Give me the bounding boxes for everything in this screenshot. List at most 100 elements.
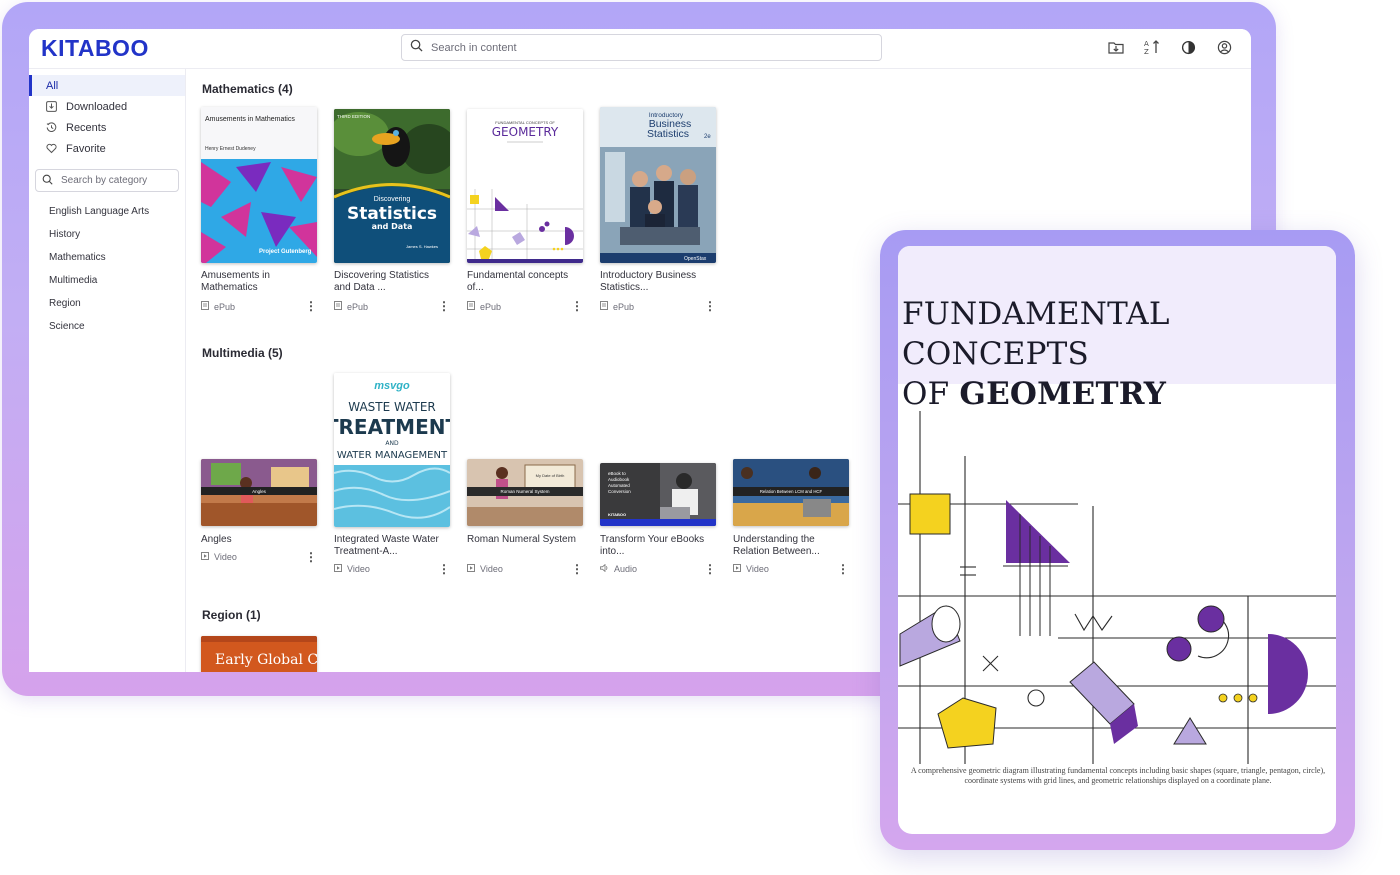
book-meta: ePub ⋮: [467, 299, 583, 313]
section-title-multimedia: Multimedia (5): [202, 346, 283, 360]
sidebar-item-label: All: [46, 79, 59, 92]
more-options-icon[interactable]: ⋮: [438, 299, 450, 313]
sidebar-item-recents[interactable]: Recents: [29, 117, 185, 138]
video-icon: [201, 552, 209, 562]
search-input[interactable]: [431, 41, 851, 54]
audio-icon: [600, 563, 609, 574]
search-icon: [410, 39, 423, 57]
cover-edition: THIRD EDITION: [337, 114, 370, 119]
cover-line-3: Automated: [608, 483, 630, 488]
book-cover[interactable]: Early Global Connectors: [201, 636, 317, 672]
book-cover[interactable]: Introductory Business Statistics 2e Open…: [600, 107, 716, 263]
media-title[interactable]: Angles: [201, 534, 311, 546]
category-science[interactable]: Science: [29, 315, 185, 338]
svg-text:A: A: [1144, 40, 1149, 48]
cover-author: James S. Hawkes: [406, 244, 438, 249]
epub-icon: [600, 301, 608, 312]
contrast-icon[interactable]: [1179, 38, 1197, 56]
book-type: ePub: [347, 301, 369, 312]
sidebar-item-favorite[interactable]: Favorite: [29, 138, 185, 159]
book-meta: ePub ⋮: [334, 299, 450, 313]
book-type: ePub: [613, 301, 635, 312]
title-line-1: FUNDAMENTAL CONCEPTS: [902, 296, 1170, 372]
media-type: Video: [746, 564, 769, 574]
marketing-composite: KITABOO AZ: [0, 0, 1400, 875]
more-options-icon[interactable]: ⋮: [837, 562, 849, 576]
video-icon: [467, 564, 475, 574]
media-title[interactable]: Roman Numeral System: [467, 534, 577, 546]
book-cover[interactable]: THIRD EDITION Discovering Statistics and…: [334, 109, 450, 263]
download-folder-icon[interactable]: [1107, 38, 1125, 56]
media-type: Video: [347, 564, 370, 574]
book-title[interactable]: Discovering Statistics and Data ...: [334, 270, 444, 294]
audio-thumbnail[interactable]: eBook to Audiobook Automated Conversion …: [600, 463, 716, 526]
more-options-icon[interactable]: ⋮: [704, 299, 716, 313]
book-type: ePub: [214, 301, 236, 312]
epub-icon: [201, 301, 209, 312]
media-title[interactable]: Integrated Waste Water Treatment-A...: [334, 534, 444, 558]
cover-line-3: Statistics: [647, 128, 689, 140]
cover-line-1: WASTE WATER: [348, 400, 436, 414]
top-bar: KITABOO AZ: [29, 29, 1251, 69]
epub-icon: [334, 301, 342, 312]
thumbnail-label: Angles: [252, 489, 267, 494]
video-thumbnail[interactable]: My Date of Birth Roman Numeral System: [467, 459, 583, 526]
category-search-input[interactable]: [61, 175, 171, 186]
media-type: Audio: [614, 564, 638, 574]
video-thumbnail[interactable]: Angles: [201, 459, 317, 526]
more-options-icon[interactable]: ⋮: [438, 562, 450, 576]
media-title[interactable]: Understanding the Relation Between...: [733, 534, 843, 558]
cover-title: Early Global Connectors: [215, 652, 317, 668]
cover-edition: 2e: [704, 134, 711, 140]
more-options-icon[interactable]: ⋮: [571, 562, 583, 576]
media-meta: Video ⋮: [334, 562, 450, 576]
more-options-icon[interactable]: ⋮: [305, 299, 317, 313]
book-title[interactable]: Amusements in Mathematics: [201, 270, 311, 294]
cover-line-2: Audiobook: [608, 477, 630, 482]
board-text: My Date of Birth: [536, 473, 565, 478]
cover-main-title: GEOMETRY: [492, 125, 559, 139]
toolbar-icons: AZ: [1107, 38, 1233, 56]
cover-publisher: OpenStax: [684, 256, 707, 262]
cover-line-1: eBook to: [608, 471, 626, 476]
book-type: ePub: [480, 301, 502, 312]
video-thumbnail[interactable]: msvgo WASTE WATER TREATMENT AND WATER MA…: [334, 373, 450, 527]
book-title[interactable]: Fundamental concepts of...: [467, 270, 577, 294]
category-multimedia[interactable]: Multimedia: [29, 269, 185, 292]
book-title[interactable]: Introductory Business Statistics...: [600, 270, 710, 294]
cover-brand: msvgo: [374, 380, 410, 392]
sidebar-item-all[interactable]: All: [29, 75, 185, 96]
video-thumbnail[interactable]: Relation Between LCM and HCF: [733, 459, 849, 526]
cover-line-4: WATER MANAGEMENT: [337, 450, 448, 461]
kitaboo-logo[interactable]: KITABOO: [41, 35, 149, 62]
content-search-box[interactable]: [401, 34, 882, 61]
media-meta: Video ⋮: [201, 550, 317, 564]
category-history[interactable]: History: [29, 223, 185, 246]
tablet-frame: FUNDAMENTAL CONCEPTS OF GEOMETRY A compr…: [880, 230, 1355, 850]
history-icon: [46, 122, 57, 133]
cover-brand: KITABOO: [608, 512, 626, 517]
book-meta: ePub ⋮: [600, 299, 716, 313]
category-search-box[interactable]: [35, 169, 179, 192]
category-mathematics[interactable]: Mathematics: [29, 246, 185, 269]
more-options-icon[interactable]: ⋮: [305, 550, 317, 564]
more-options-icon[interactable]: ⋮: [571, 299, 583, 313]
cover-line-4: Conversion: [608, 489, 631, 494]
sidebar-item-downloaded[interactable]: Downloaded: [29, 96, 185, 117]
sort-az-icon[interactable]: AZ: [1143, 38, 1161, 56]
media-title[interactable]: Transform Your eBooks into...: [600, 534, 710, 558]
thumbnail-label: Roman Numeral System: [500, 489, 549, 494]
category-region[interactable]: Region: [29, 292, 185, 315]
cover-author: Henry Ernest Dudeney: [205, 146, 256, 152]
tablet-caption: A comprehensive geometric diagram illust…: [910, 766, 1326, 785]
media-meta: Video ⋮: [467, 562, 583, 576]
book-cover[interactable]: Amusements in Mathematics Henry Ernest D…: [201, 107, 317, 263]
cover-main-title: Statistics: [347, 204, 437, 224]
more-options-icon[interactable]: ⋮: [704, 562, 716, 576]
book-cover[interactable]: FUNDAMENTAL CONCEPTS OF GEOMETRY: [467, 109, 583, 263]
video-icon: [733, 564, 741, 574]
sidebar-item-label: Downloaded: [66, 100, 128, 113]
tablet-book-preview[interactable]: FUNDAMENTAL CONCEPTS OF GEOMETRY A compr…: [898, 246, 1336, 834]
user-circle-icon[interactable]: [1215, 38, 1233, 56]
category-english-language-arts[interactable]: English Language Arts: [29, 200, 185, 223]
